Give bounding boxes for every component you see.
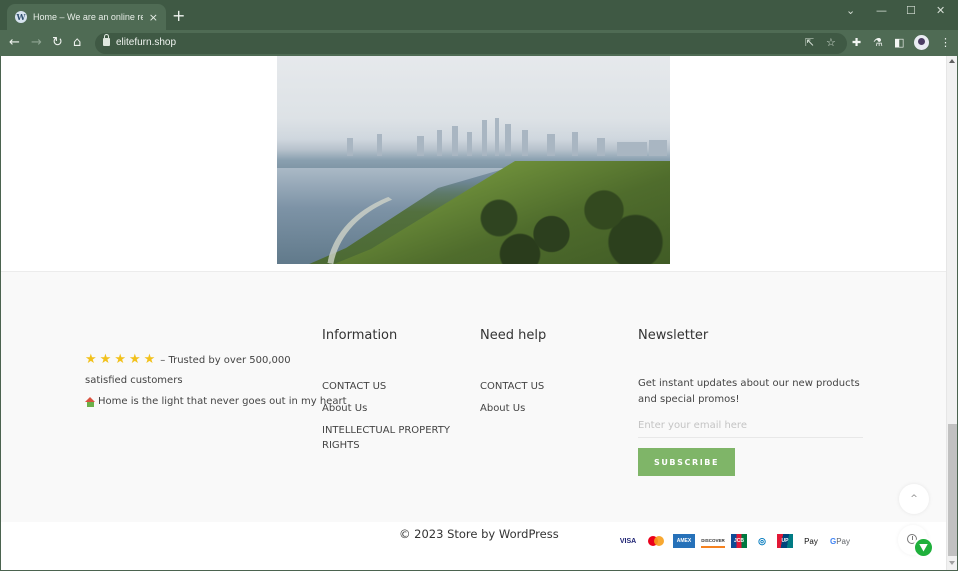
info-link-contact-us[interactable]: CONTACT US	[322, 379, 386, 394]
mastercard-icon	[645, 534, 667, 548]
close-window-button[interactable]: ✕	[936, 4, 945, 17]
star-icon: ★	[128, 352, 141, 367]
share-icon[interactable]: ⇱	[805, 36, 814, 49]
extensions-icon[interactable]: ✚	[852, 36, 861, 49]
tab-search-icon[interactable]: ⌄	[846, 4, 855, 17]
email-input[interactable]	[638, 414, 863, 438]
tab-strip: W Home – We are an online retail × + ⌄ —…	[0, 0, 958, 30]
subscribe-button[interactable]: SUBSCRIBE	[638, 448, 735, 476]
amex-icon: AMEX	[673, 534, 695, 548]
browser-window: W Home – We are an online retail × + ⌄ —…	[0, 0, 958, 571]
lock-icon[interactable]	[103, 34, 110, 46]
tab-home[interactable]: W Home – We are an online retail ×	[7, 4, 166, 30]
information-title: Information	[322, 328, 398, 343]
rating-row: ★ ★ ★ ★ ★ – Trusted by over 500,000	[85, 352, 291, 367]
minimize-button[interactable]: —	[876, 4, 887, 17]
back-button[interactable]: ←	[9, 35, 20, 51]
hero-image	[277, 56, 670, 264]
bookmark-star-icon[interactable]: ☆	[826, 36, 836, 49]
maximize-button[interactable]: ☐	[906, 4, 916, 17]
copyright-text: © 2023 Store by WordPress	[399, 527, 559, 541]
new-tab-button[interactable]: +	[172, 6, 185, 25]
trust-text-continued: satisfied customers	[85, 375, 183, 386]
scrollbar-thumb[interactable]	[948, 424, 957, 556]
trust-text: – Trusted by over 500,000	[160, 354, 291, 366]
star-icon: ★	[85, 352, 97, 367]
reload-button[interactable]: ↻	[52, 35, 63, 51]
chevron-up-icon: ^	[910, 494, 918, 504]
unionpay-icon: UP	[777, 534, 793, 548]
star-icon: ★	[99, 352, 112, 367]
info-link-about-us[interactable]: About Us	[322, 401, 367, 416]
info-link-ip-rights-cont[interactable]: RIGHTS	[322, 438, 360, 453]
browser-menu-icon[interactable]: ⋮	[940, 36, 951, 49]
wordpress-icon: W	[15, 11, 27, 23]
help-link-about-us[interactable]: About Us	[480, 401, 525, 416]
help-link-contact-us[interactable]: CONTACT US	[480, 379, 544, 394]
scroll-down-arrow-icon[interactable]	[949, 561, 955, 565]
motto-text: Home is the light that never goes out in…	[98, 396, 347, 407]
trees	[457, 186, 667, 264]
star-icon: ★	[143, 352, 156, 367]
newsletter-description: Get instant updates about our new produc…	[638, 378, 860, 405]
house-icon	[85, 396, 96, 407]
payment-methods: VISA AMEX DISCOVER JCB ◎ UP Pay G Pay	[617, 534, 857, 548]
diners-club-icon: ◎	[758, 535, 766, 546]
side-panel-icon[interactable]: ◧	[894, 36, 904, 49]
chat-icon	[919, 543, 928, 552]
labs-flask-icon[interactable]: ⚗	[873, 36, 883, 49]
page-scrollbar[interactable]	[946, 56, 957, 570]
forward-button[interactable]: →	[31, 35, 42, 51]
motto-line: Home is the light that never goes out in…	[85, 396, 347, 407]
scroll-to-top-button[interactable]: ^	[899, 484, 929, 514]
info-link-ip-rights[interactable]: INTELLECTUAL PROPERTY	[322, 423, 450, 438]
newsletter-title: Newsletter	[638, 328, 709, 343]
tab-title: Home – We are an online retail	[33, 12, 143, 22]
url-text[interactable]: elitefurn.shop	[116, 37, 176, 48]
google-pay-icon: G Pay	[829, 536, 851, 546]
star-icon: ★	[114, 352, 126, 367]
profile-avatar[interactable]	[914, 35, 929, 50]
discover-icon: DISCOVER	[701, 534, 725, 548]
need-help-title: Need help	[480, 328, 547, 343]
apple-pay-icon: Pay	[804, 536, 818, 546]
address-bar[interactable]: elitefurn.shop ⇱ ☆	[95, 33, 847, 54]
tab-close-icon[interactable]: ×	[149, 11, 158, 24]
browser-toolbar: ← → ↻ ⌂ elitefurn.shop ⇱ ☆ ✚ ⚗ ◧ ⋮	[0, 30, 958, 56]
page-viewport: ★ ★ ★ ★ ★ – Trusted by over 500,000 sati…	[1, 56, 946, 570]
jcb-icon: JCB	[731, 534, 747, 548]
chat-widget-button[interactable]	[913, 537, 934, 558]
visa-icon: VISA	[619, 537, 637, 545]
city-skyline	[347, 118, 667, 156]
home-button[interactable]: ⌂	[73, 35, 81, 51]
scroll-up-arrow-icon[interactable]	[949, 59, 955, 63]
